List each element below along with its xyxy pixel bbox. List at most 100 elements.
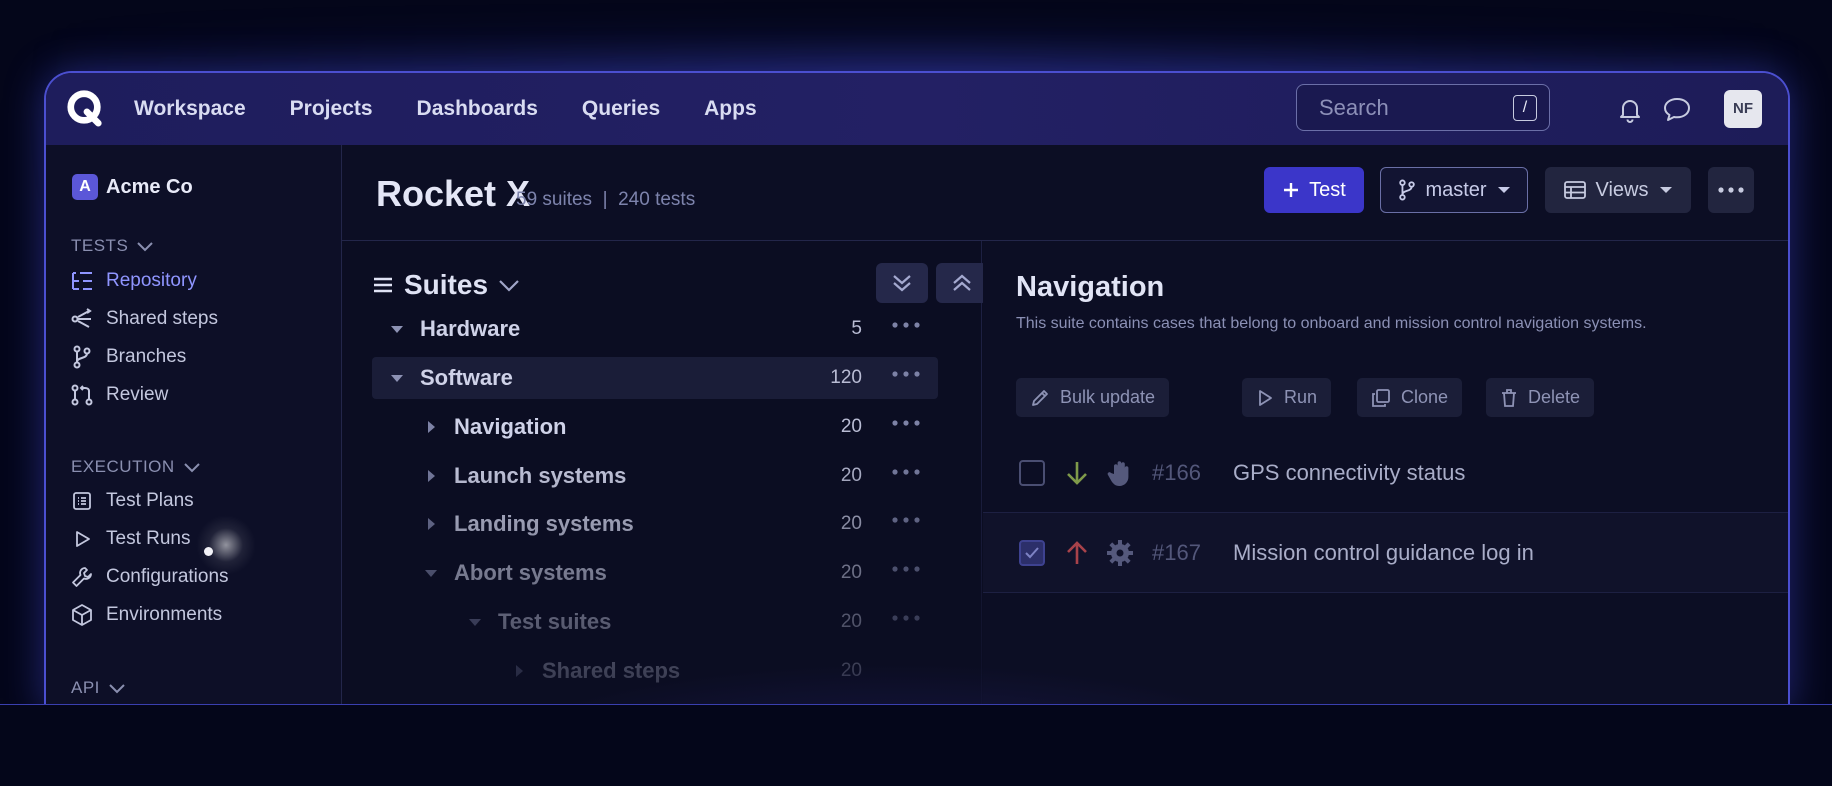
arrow-up-icon xyxy=(1067,540,1087,564)
clone-button[interactable]: Clone xyxy=(1357,378,1463,417)
copy-icon xyxy=(1372,388,1390,407)
suite-name: Launch systems xyxy=(454,463,627,488)
suites-title-toggle[interactable]: Suites xyxy=(372,269,530,301)
suite-row[interactable]: Hardware 5 xyxy=(372,308,938,350)
caret-down-icon[interactable] xyxy=(468,615,482,629)
chevron-down-icon xyxy=(183,463,200,473)
trash-icon xyxy=(1502,388,1516,407)
more-dots-icon[interactable] xyxy=(892,371,920,377)
branch-icon xyxy=(70,345,94,369)
add-test-button[interactable]: Test xyxy=(1264,167,1364,213)
caret-right-icon[interactable] xyxy=(424,469,438,483)
sidebar-item-branches[interactable]: Branches xyxy=(70,345,186,369)
sidebar-item-environments[interactable]: Environments xyxy=(70,603,222,627)
sidebar-item-review[interactable]: Review xyxy=(70,383,168,407)
project-header: Rocket X 59 suites | 240 tests Test mast… xyxy=(342,145,1788,241)
test-case-row[interactable]: #167 Mission control guidance log in xyxy=(983,513,1788,593)
tests-section-toggle[interactable]: TESTS xyxy=(71,236,154,256)
search-shortcut-key: / xyxy=(1513,95,1537,121)
more-dots-icon[interactable] xyxy=(892,420,920,426)
suite-detail-title: Navigation xyxy=(1016,271,1165,303)
branch-selector[interactable]: master xyxy=(1380,167,1528,213)
more-dots-icon[interactable] xyxy=(892,566,920,572)
suite-count: 20 xyxy=(840,562,862,583)
bell-icon[interactable] xyxy=(1616,95,1644,123)
caret-right-icon[interactable] xyxy=(424,517,438,531)
case-title[interactable]: Mission control guidance log in xyxy=(1233,540,1534,566)
nav-apps[interactable]: Apps xyxy=(704,97,757,121)
bulk-update-button[interactable]: Bulk update xyxy=(1016,378,1170,417)
suite-row[interactable]: Launch systems 20 xyxy=(372,455,938,497)
api-section-toggle[interactable]: API xyxy=(71,678,126,698)
collapse-all-button[interactable] xyxy=(936,263,988,303)
caret-down-icon[interactable] xyxy=(424,566,438,580)
sidebar-item-shared-steps[interactable]: Shared steps xyxy=(70,307,218,331)
delete-button[interactable]: Delete xyxy=(1486,378,1595,417)
api-heading: API xyxy=(71,678,100,697)
suite-row[interactable]: Navigation 20 xyxy=(372,406,938,448)
sidebar-item-label: Environments xyxy=(106,604,223,625)
caret-right-icon[interactable] xyxy=(512,664,526,678)
more-dots-icon[interactable] xyxy=(892,615,920,621)
sidebar-item-repository[interactable]: Repository xyxy=(70,269,197,293)
more-dots-icon[interactable] xyxy=(892,517,920,523)
branch-label: master xyxy=(1425,178,1487,201)
more-options-button[interactable] xyxy=(1708,167,1754,213)
caret-down-icon[interactable] xyxy=(390,322,404,336)
sidebar-item-configurations[interactable]: Configurations xyxy=(70,565,229,589)
app-window: Workspace Projects Dashboards Queries Ap… xyxy=(44,71,1790,711)
sidebar-item-test-plans[interactable]: Test Plans xyxy=(70,489,194,513)
page-title: Rocket X xyxy=(376,173,531,214)
nav-workspace[interactable]: Workspace xyxy=(134,97,246,121)
sidebar-item-test-runs[interactable]: Test Runs xyxy=(70,527,190,551)
nav-projects[interactable]: Projects xyxy=(290,97,373,121)
project-meta: 59 suites | 240 tests xyxy=(516,189,696,210)
suite-row[interactable]: Test suites 20 xyxy=(372,601,938,643)
repository-icon xyxy=(70,269,94,293)
search-input[interactable]: Search / xyxy=(1296,84,1550,131)
play-icon xyxy=(1259,389,1272,406)
arrow-down-icon xyxy=(1067,461,1087,485)
org-switcher[interactable]: A Acme Co xyxy=(72,174,193,200)
case-id: #167 xyxy=(1152,539,1201,565)
sidebar-item-label: Repository xyxy=(106,270,197,291)
caret-right-icon[interactable] xyxy=(424,420,438,434)
test-plans-icon xyxy=(70,489,94,513)
case-checkbox[interactable] xyxy=(1019,539,1045,566)
more-dots-icon[interactable] xyxy=(892,322,920,328)
mouse-cursor xyxy=(204,547,213,556)
chat-icon[interactable] xyxy=(1662,95,1692,123)
views-button[interactable]: Views xyxy=(1545,167,1691,213)
suite-row[interactable]: Abort systems 20 xyxy=(372,552,938,594)
app-logo-icon[interactable] xyxy=(66,89,104,127)
caret-down-icon xyxy=(1659,187,1672,193)
suite-row[interactable]: Software 120 xyxy=(372,357,938,399)
sidebar: A Acme Co TESTS Repository Shared steps … xyxy=(46,145,342,711)
suite-row[interactable]: Shared steps 20 xyxy=(372,650,938,692)
shared-steps-icon xyxy=(70,307,94,331)
suite-name: Software xyxy=(420,365,513,390)
chevron-down-icon xyxy=(109,684,125,694)
chevron-down-icon xyxy=(499,280,519,292)
suite-row[interactable]: Landing systems 20 xyxy=(372,503,938,545)
menu-icon xyxy=(374,277,392,293)
wrench-icon xyxy=(70,565,94,589)
case-title[interactable]: GPS connectivity status xyxy=(1233,460,1465,486)
more-dots-icon[interactable] xyxy=(892,469,920,475)
run-button[interactable]: Run xyxy=(1242,378,1332,417)
suite-detail-panel: Navigation This suite contains cases tha… xyxy=(983,241,1788,711)
expand-all-button[interactable] xyxy=(876,263,928,303)
execution-section-toggle[interactable]: EXECUTION xyxy=(71,457,201,477)
caret-down-icon[interactable] xyxy=(390,371,404,385)
suite-count: 20 xyxy=(840,611,862,632)
nav-dashboards[interactable]: Dashboards xyxy=(417,97,538,121)
top-nav: Workspace Projects Dashboards Queries Ap… xyxy=(46,73,1788,145)
user-avatar[interactable]: NF xyxy=(1724,90,1762,128)
test-case-row[interactable]: #166 GPS connectivity status xyxy=(983,433,1788,513)
search-placeholder: Search xyxy=(1319,94,1389,120)
nav-queries[interactable]: Queries xyxy=(582,97,660,121)
sidebar-item-label: Review xyxy=(106,384,169,405)
bulk-update-label: Bulk update xyxy=(1060,387,1156,407)
case-checkbox[interactable] xyxy=(1019,459,1045,486)
cube-icon xyxy=(70,603,94,627)
